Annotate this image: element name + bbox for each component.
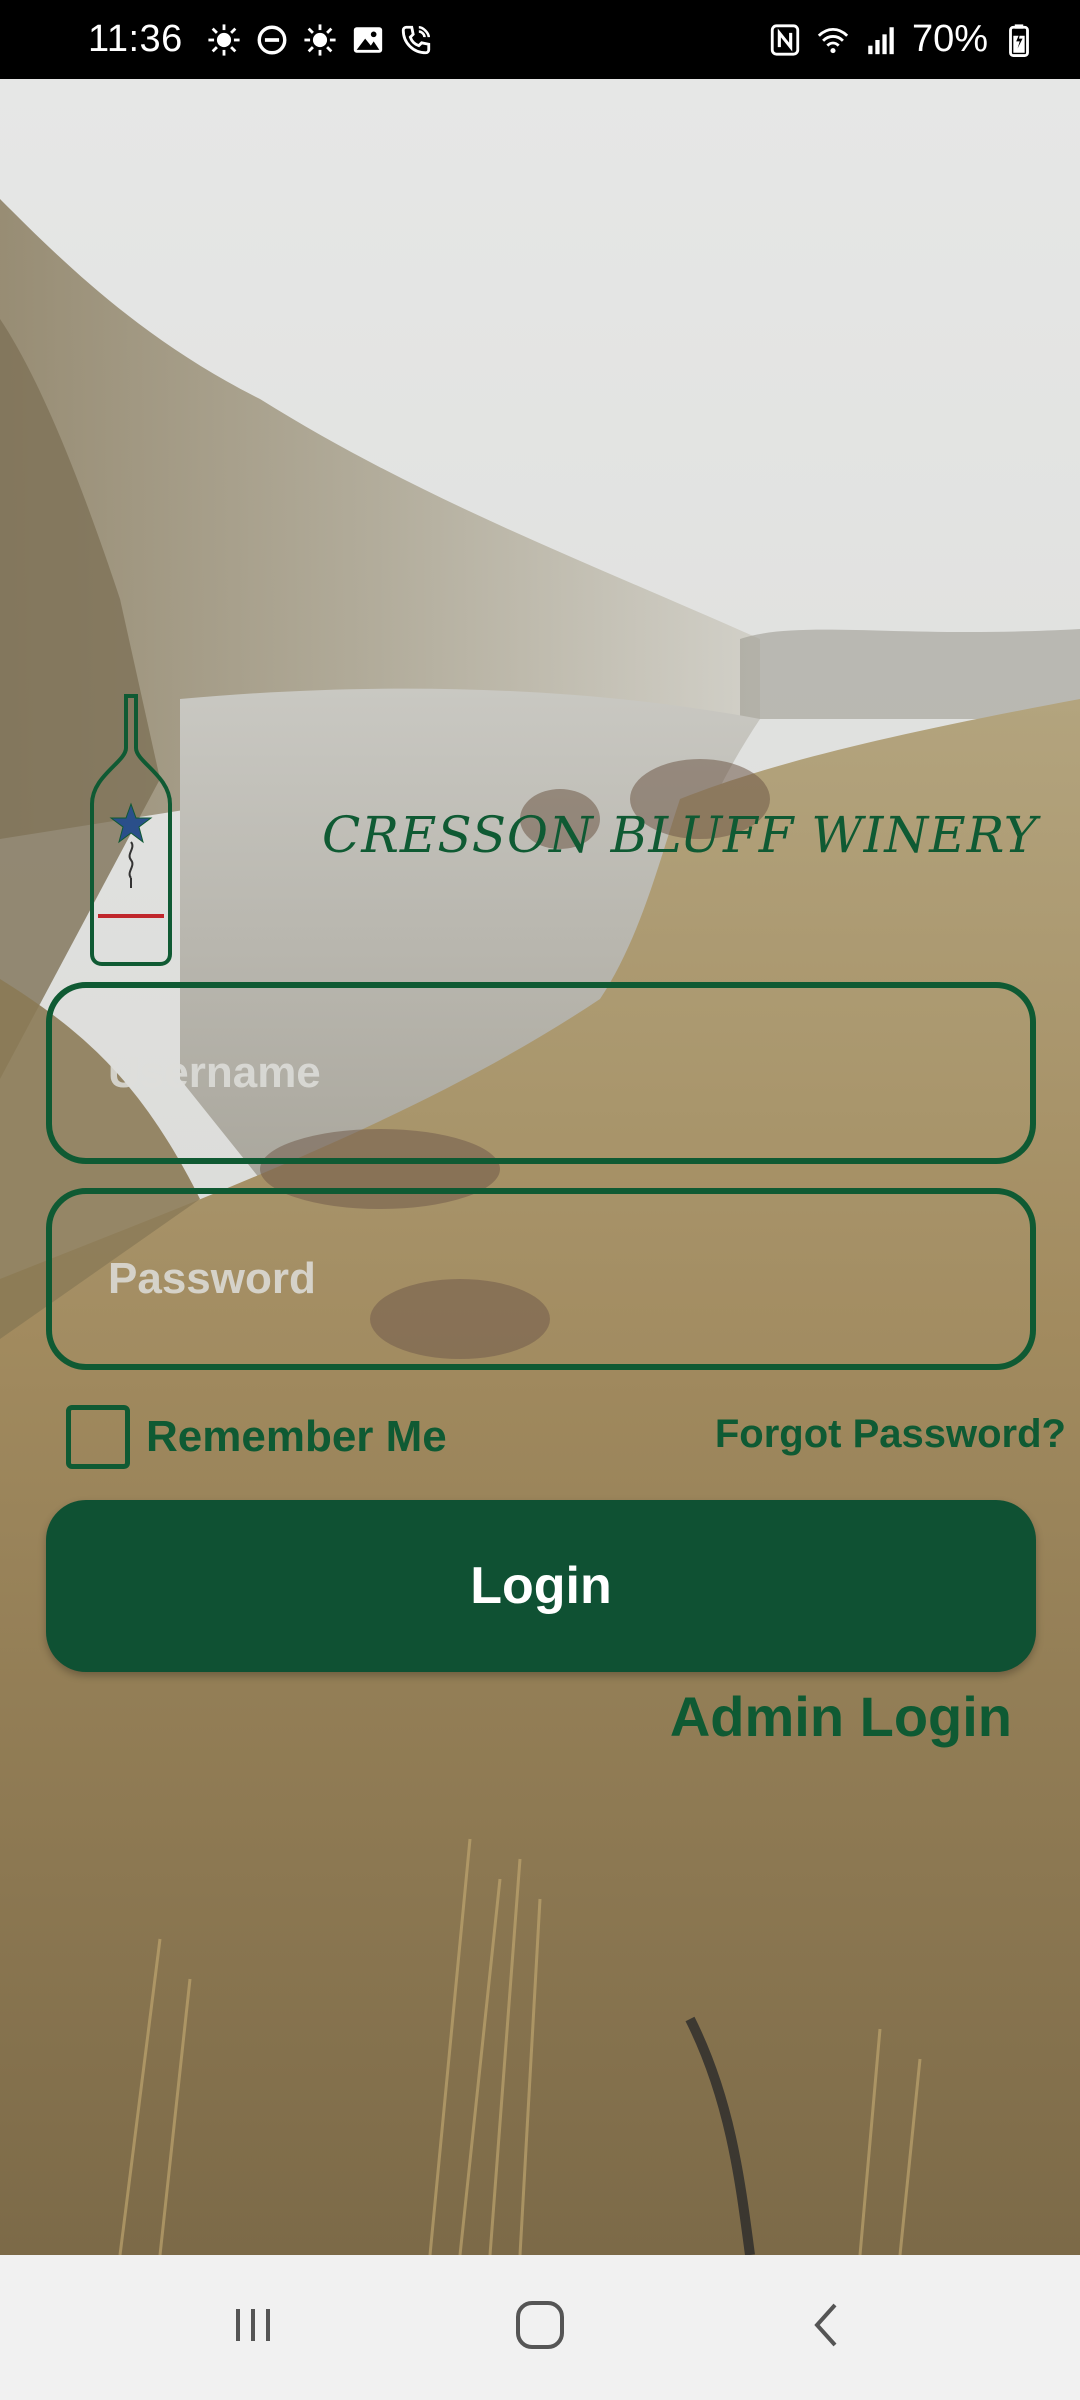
recents-icon (223, 2295, 283, 2360)
password-field[interactable] (46, 1188, 1036, 1370)
username-field[interactable] (46, 982, 1036, 1164)
weather-icon (303, 23, 337, 57)
brand-name: CRESSON BLUFF WINERY (322, 806, 1038, 864)
admin-login-link[interactable]: Admin Login (670, 1684, 1012, 1749)
navigation-bar (0, 2255, 1080, 2400)
back-icon (797, 2295, 857, 2360)
username-input[interactable] (108, 1048, 1030, 1098)
home-button[interactable] (500, 2288, 580, 2368)
wifi-call-icon (399, 23, 433, 57)
battery-percent: 70% (911, 18, 988, 60)
login-button[interactable]: Login (46, 1500, 1036, 1672)
battery-icon (1002, 23, 1036, 57)
password-input[interactable] (108, 1254, 1030, 1304)
status-right: 70% (768, 18, 1036, 61)
weather-icon (207, 23, 241, 57)
remember-me-label[interactable]: Remember Me (146, 1412, 447, 1462)
nfc-icon (768, 23, 802, 57)
remember-me-checkbox[interactable] (66, 1405, 130, 1469)
background-landscape-image (0, 79, 1080, 2255)
status-bar: 11:36 70% (0, 0, 1080, 79)
back-button[interactable] (787, 2288, 867, 2368)
forgot-password-link[interactable]: Forgot Password? (715, 1412, 1066, 1457)
signal-icon (864, 23, 898, 57)
dnd-icon (255, 23, 289, 57)
gallery-icon (351, 23, 385, 57)
wifi-icon (816, 23, 850, 57)
remember-me-row[interactable]: Remember Me (66, 1405, 447, 1469)
recents-button[interactable] (213, 2288, 293, 2368)
home-icon (510, 2295, 570, 2360)
wine-bottle-star-logo (88, 692, 174, 967)
status-time: 11:36 (88, 18, 183, 60)
status-left: 11:36 (88, 18, 433, 61)
